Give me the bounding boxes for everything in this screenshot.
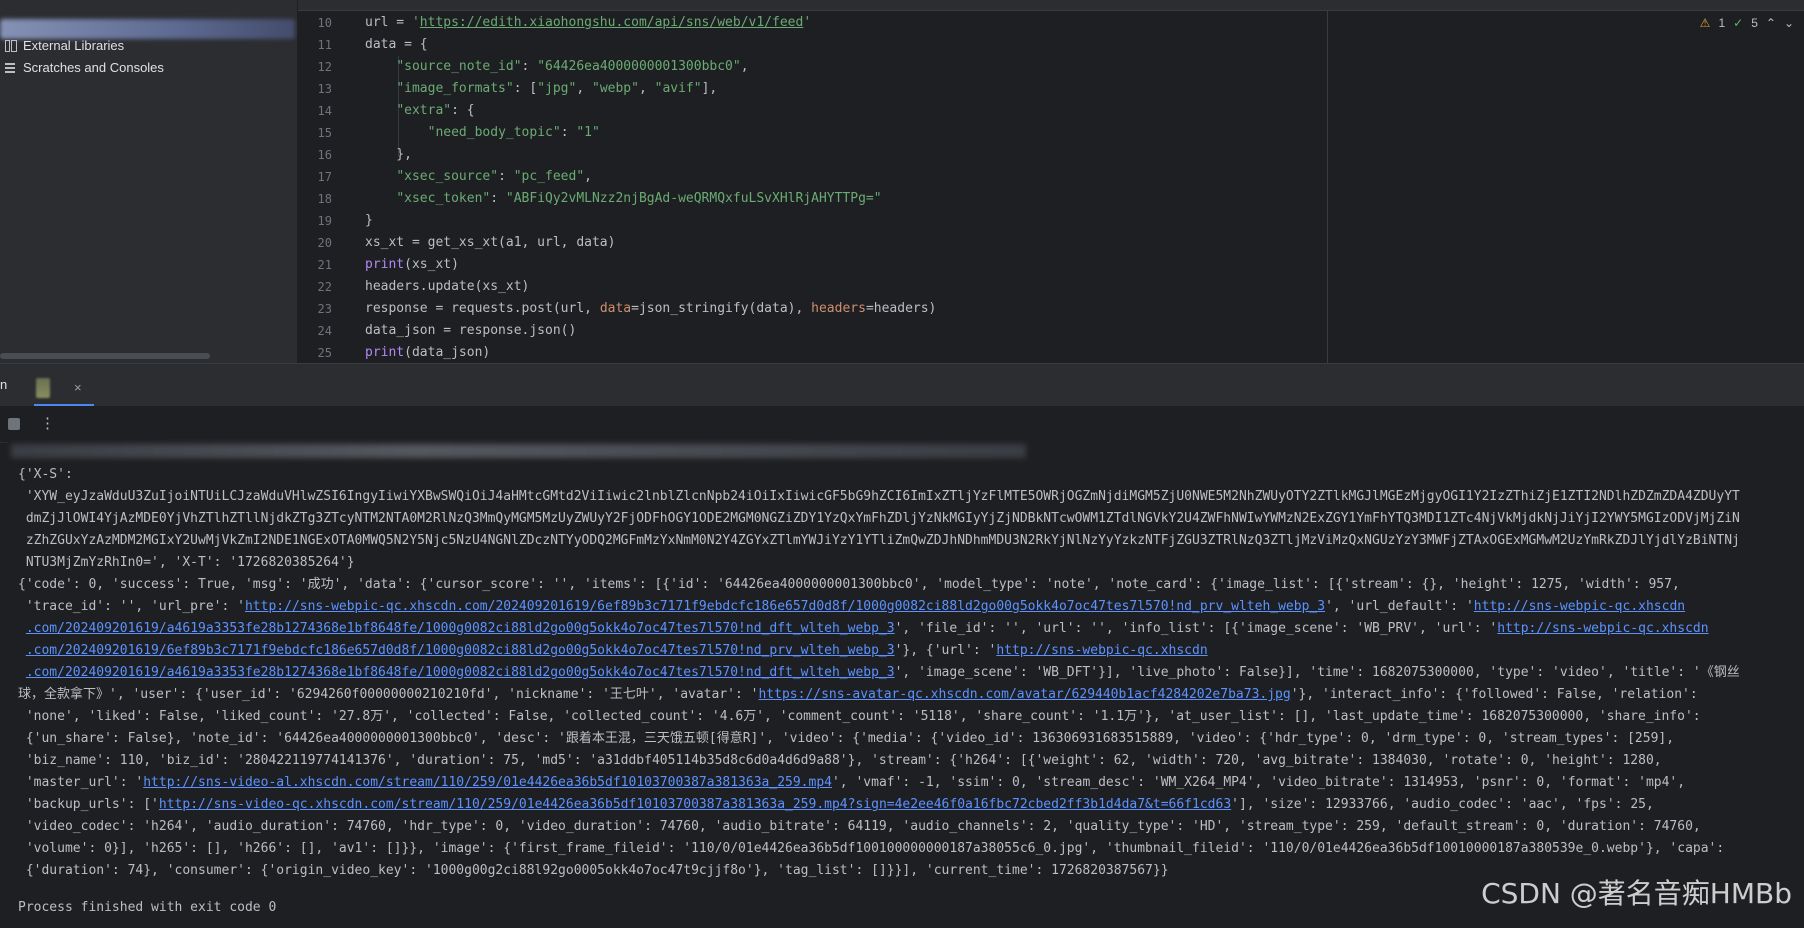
line-number: 15: [317, 126, 332, 140]
tree-item-label: External Libraries: [23, 37, 125, 53]
code-line: "xsec_token": "ABFiQy2vMLNzz2njBgAd-weQR…: [396, 191, 882, 206]
run-tool-window-header: n ×: [0, 363, 1804, 407]
output-line: {'code': 0, 'success': True, 'msg': '成功'…: [18, 577, 1680, 592]
scratches-icon: [4, 60, 18, 74]
code-line: xs_xt = get_xs_xt(a1, url, data): [365, 235, 616, 250]
line-number: 25: [317, 346, 332, 360]
line-number: 22: [317, 280, 332, 294]
console-link[interactable]: .com/202409201619/a4619a3353fe28b1274368…: [26, 621, 895, 636]
output-line: {'X-S':: [18, 467, 73, 482]
warning-icon: ⚠: [1699, 16, 1711, 30]
console-toolbar: ⋮: [0, 406, 1804, 443]
run-label: n: [0, 377, 8, 392]
inspection-widget[interactable]: ⚠ 1 ✓ 5 ⌃ ⌄: [1700, 16, 1794, 30]
line-number: 21: [317, 258, 332, 272]
watermark-text: CSDN @著名音痴HMBb: [1481, 877, 1792, 910]
code-line: },: [365, 147, 412, 162]
line-number-gutter: 10 11 12 13 14 15 16 17 18 19 20 21 22 23 24 25: [298, 12, 356, 364]
output-line: .com/202409201619/a4619a3353fe28b1274368…: [25, 621, 1709, 636]
warning-count: 1: [1718, 16, 1726, 30]
console-link[interactable]: .com/202409201619/a4619a3353fe28b1274368…: [26, 665, 895, 680]
output-line: dmZjJlOWI4YjAzMDE0YjVhZTlhZTllNjdkZTg3ZT…: [18, 511, 1740, 526]
line-number: 19: [317, 214, 332, 228]
code-line: url = 'https://edith.xiaohongshu.com/api…: [365, 15, 812, 30]
output-line: NTU3MjZmYzRhIn0=', 'X-T': '1726820385264…: [18, 555, 355, 570]
blurred-command-line: [11, 444, 1026, 458]
console-link[interactable]: http://sns-webpic-qc.xhscdn: [1474, 599, 1685, 614]
line-number: 18: [317, 192, 332, 206]
code-line: headers.update(xs_xt): [365, 279, 530, 294]
code-line: }: [365, 213, 373, 228]
output-line: .com/202409201619/a4619a3353fe28b1274368…: [25, 665, 1740, 680]
chevron-up-icon[interactable]: ⌃: [1766, 16, 1776, 30]
tree-item-external-libraries[interactable]: External Libraries: [4, 34, 124, 56]
chevron-down-icon[interactable]: ⌄: [1784, 16, 1794, 30]
output-line: .com/202409201619/6ef89b3c7171f9ebdcfc18…: [25, 643, 1208, 658]
line-number: 16: [317, 148, 332, 162]
run-config-tab[interactable]: ×: [34, 374, 94, 406]
line-number: 10: [317, 16, 332, 30]
output-line: 球，全款拿下》', 'user': {'user_id': '6294260f0…: [18, 687, 1698, 702]
tree-item-scratches[interactable]: Scratches and Consoles: [4, 56, 164, 78]
stop-icon[interactable]: [8, 418, 20, 430]
code-line: print(xs_xt): [365, 257, 459, 272]
line-number: 14: [317, 104, 332, 118]
output-line: {'un_share': False}, 'note_id': '64426ea…: [18, 731, 1675, 746]
code-line: "xsec_source": "pc_feed",: [396, 169, 592, 184]
console-output[interactable]: {'X-S': 'XYW_eyJzaWduU3ZuIjoiNTUiLCJzaWd…: [8, 442, 1804, 928]
ok-count: 5: [1751, 16, 1758, 30]
line-number: 24: [317, 324, 332, 338]
console-link[interactable]: https://sns-avatar-qc.xhscdn.com/avatar/…: [758, 687, 1290, 702]
line-number: 17: [317, 170, 332, 184]
code-line: data = {: [365, 37, 428, 52]
line-number: 13: [317, 82, 332, 96]
code-line: "source_note_id": "64426ea4000000001300b…: [396, 59, 749, 74]
line-number: 11: [317, 38, 332, 52]
output-line: 'XYW_eyJzaWduU3ZuIjoiNTUiLCJzaWduVHlwZSI…: [18, 489, 1740, 504]
line-number: 23: [317, 302, 332, 316]
output-line: 'volume': 0}], 'h265': [], 'h266': [], '…: [18, 841, 1725, 856]
console-link[interactable]: http://sns-video-al.xhscdn.com/stream/11…: [143, 775, 832, 790]
console-link[interactable]: .com/202409201619/6ef89b3c7171f9ebdcfc18…: [26, 643, 895, 658]
console-link[interactable]: http://sns-webpic-qc.xhscdn: [996, 643, 1207, 658]
line-number: 12: [317, 60, 332, 74]
console-text: {'X-S': 'XYW_eyJzaWduU3ZuIjoiNTUiLCJzaWd…: [18, 464, 1788, 882]
tree-item-label: Scratches and Consoles: [23, 59, 164, 75]
line-number: 20: [317, 236, 332, 250]
output-line: zZhZGUxYzAzMDM2MGIxY2UwMjVkZmI2NDE1NGExO…: [18, 533, 1740, 548]
code-editor[interactable]: 10 11 12 13 14 15 16 17 18 19 20 21 22 23 24 25 url = '…: [298, 0, 1804, 363]
code-line: "need_body_topic": "1": [427, 125, 600, 140]
more-options-icon[interactable]: ⋮: [40, 414, 55, 432]
horizontal-scrollbar[interactable]: [0, 353, 210, 359]
check-icon: ✓: [1733, 16, 1744, 30]
output-line: 'video_codec': 'h264', 'audio_duration':…: [18, 819, 1701, 834]
editor-tab-strip: [298, 0, 1804, 11]
close-icon[interactable]: ×: [74, 380, 82, 395]
console-link[interactable]: http://sns-webpic-qc.xhscdn.com/20240920…: [245, 599, 1325, 614]
code-line: data_json = response.json(): [365, 323, 577, 338]
project-panel: External Libraries Scratches and Console…: [0, 0, 298, 363]
output-line: 'biz_name': 110, 'biz_id': '280422119774…: [18, 753, 1662, 768]
code-line: print(data_json): [365, 345, 491, 360]
code-line: "extra": {: [396, 103, 475, 118]
console-link[interactable]: http://sns-webpic-qc.xhscdn: [1497, 621, 1708, 636]
output-line: 'backup_urls': ['http://sns-video-qc.xhs…: [18, 797, 1654, 812]
output-line: 'none', 'liked': False, 'liked_count': '…: [18, 709, 1701, 724]
library-icon: [4, 38, 18, 52]
code-content[interactable]: url = 'https://edith.xiaohongshu.com/api…: [365, 12, 1804, 364]
output-line: 'master_url': 'http://sns-video-al.xhscd…: [18, 775, 1686, 790]
code-line: response = requests.post(url, data=json_…: [365, 301, 937, 316]
exit-status-text: Process finished with exit code 0: [18, 900, 277, 915]
run-config-icon: [36, 378, 50, 398]
code-line: "image_formats": ["jpg", "webp", "avif"]…: [396, 81, 718, 96]
console-link[interactable]: http://sns-video-qc.xhscdn.com/stream/11…: [159, 797, 1231, 812]
output-line: 'trace_id': '', 'url_pre': 'http://sns-w…: [18, 599, 1686, 614]
